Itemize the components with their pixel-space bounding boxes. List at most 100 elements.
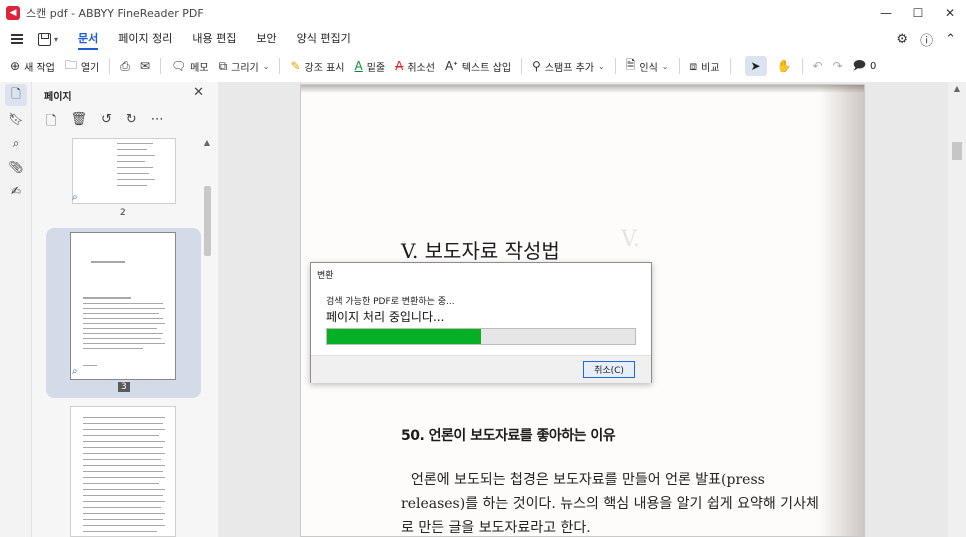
toolbar-divider xyxy=(614,58,616,74)
add-stamp-button[interactable]: ⚲ 스탬프 추가 ⌄ xyxy=(532,59,605,74)
page-thumbnail-3[interactable] xyxy=(70,232,176,380)
underline-icon: A xyxy=(354,59,363,73)
page-thumbnail-4[interactable] xyxy=(70,406,176,537)
progress-bar-fill xyxy=(327,329,481,344)
zoom-thumbnail-icon[interactable]: ⌕ xyxy=(72,366,78,377)
chapter-title: V. 보도자료 작성법 xyxy=(401,239,560,263)
hand-tool-button[interactable]: ✋ xyxy=(777,59,792,73)
menu-bar: ▾ 문서 페이지 정리 내용 편집 보안 양식 편집기 ⚙ ⓘ ⌃ xyxy=(0,26,966,52)
gear-icon[interactable]: ⚙ xyxy=(896,32,908,47)
tab-page-organize[interactable]: 페이지 정리 xyxy=(118,26,172,52)
toolbar-divider xyxy=(678,58,680,74)
hand-icon: ✋ xyxy=(776,59,792,73)
document-scroll-thumb[interactable] xyxy=(952,142,962,160)
email-button[interactable]: ✉ xyxy=(140,59,150,73)
attachment-icon[interactable]: 📎︎ xyxy=(5,156,27,178)
document-scrollbar[interactable]: ▲ xyxy=(948,82,966,537)
more-options-icon[interactable]: ⋯ xyxy=(151,112,164,134)
scroll-up-arrow-icon[interactable]: ▲ xyxy=(948,84,966,93)
dialog-message: 검색 가능한 PDF로 변환하는 중... xyxy=(326,297,455,307)
memo-button[interactable]: 🗨 메모 xyxy=(171,59,209,74)
highlighter-icon: ✎ xyxy=(290,59,301,73)
strikethrough-button[interactable]: A 취소선 xyxy=(395,59,435,74)
collapse-icon[interactable]: ⌃ xyxy=(945,32,956,47)
toolbar-divider xyxy=(159,58,161,74)
underline-button[interactable]: A 밑줄 xyxy=(355,59,386,74)
chevron-down-icon[interactable]: ▾ xyxy=(54,35,58,44)
tab-content-edit[interactable]: 내용 편집 xyxy=(192,26,236,52)
add-page-icon[interactable]: 🗋 xyxy=(46,112,56,134)
conversion-dialog: 변환 검색 가능한 PDF로 변환하는 중... 페이지 처리 중입니다... … xyxy=(310,262,652,383)
rotate-right-icon[interactable]: ↻ xyxy=(126,112,137,134)
rotate-left-icon[interactable]: ↺ xyxy=(101,112,112,134)
envelope-icon: ✉ xyxy=(139,59,150,73)
draw-button[interactable]: ⧉ 그리기 ⌄ xyxy=(219,59,270,74)
signature-icon[interactable]: ✍ xyxy=(5,180,27,202)
section-title: 50. 언론이 보도자료를 좋아하는 이유 xyxy=(401,428,616,444)
panel-close-icon[interactable]: ✕ xyxy=(193,85,204,100)
new-task-button[interactable]: ⊕ 새 작업 xyxy=(10,59,55,74)
pages-panel-icon[interactable]: 🗋 xyxy=(5,84,27,106)
tab-form-editor[interactable]: 양식 편집기 xyxy=(297,26,351,52)
plus-circle-icon: ⊕ xyxy=(10,59,21,73)
compare-button[interactable]: ⧈ 비교 xyxy=(690,59,720,74)
maximize-button[interactable]: ☐ xyxy=(902,0,934,26)
dialog-title: 변환 xyxy=(317,271,334,281)
note-icon: 🗨 xyxy=(170,59,187,73)
minimize-button[interactable]: — xyxy=(870,0,902,26)
strikethrough-icon: A xyxy=(395,59,404,73)
panel-scroll-thumb[interactable] xyxy=(204,186,211,256)
select-tool-button[interactable]: ➤ xyxy=(744,56,767,76)
folder-icon: 🗀 xyxy=(64,57,77,72)
page-thumbnail-2[interactable] xyxy=(72,138,176,204)
tab-security[interactable]: 보안 xyxy=(256,26,276,52)
comment-icon: 🗩 xyxy=(852,57,866,72)
hamburger-menu-icon[interactable] xyxy=(11,32,23,47)
body-text-line: releases)를 하는 것이다. 뉴스의 핵심 내용을 알기 쉽게 요약해 … xyxy=(401,496,819,512)
app-icon: ◀ xyxy=(6,6,20,20)
bleed-through-text: V. xyxy=(621,227,641,252)
trash-icon[interactable]: 🗑 xyxy=(70,112,87,134)
recognize-button[interactable]: 🗎 인식 ⌄ xyxy=(626,56,669,77)
tab-document[interactable]: 문서 xyxy=(78,26,99,52)
page-edge-shadow xyxy=(301,85,864,93)
close-button[interactable]: ✕ xyxy=(934,0,966,26)
cancel-button[interactable]: 취소(C) xyxy=(583,361,635,378)
title-bar: ◀ 스캔 pdf - ABBYY FineReader PDF — ☐ ✕ xyxy=(0,0,966,26)
toolbar-divider xyxy=(729,58,731,74)
undo-icon: ↶ xyxy=(812,59,823,73)
pages-panel: 페이지 ✕ 🗋 🗑 ↺ ↻ ⋯ ⌕ 2 ⌕ 3 ▲ xyxy=(32,82,218,537)
help-icon[interactable]: ⓘ xyxy=(920,30,933,49)
bookmark-icon[interactable]: 🔖︎ xyxy=(5,108,27,130)
body-text-line: 언론에 보도되는 첩경은 보도자료를 만들어 언론 발표(press xyxy=(411,472,765,488)
cursor-arrow-icon: ➤ xyxy=(750,59,761,73)
print-button[interactable]: ⎙ xyxy=(120,59,130,74)
search-icon[interactable]: ⌕ xyxy=(5,132,27,154)
progress-bar xyxy=(326,328,636,345)
save-icon[interactable] xyxy=(38,32,51,46)
undo-button[interactable]: ↶ xyxy=(813,59,823,73)
open-button[interactable]: 🗀 열기 xyxy=(65,56,99,77)
left-sidebar-strip: 🗋 🔖︎ ⌕ 📎︎ ✍ xyxy=(0,82,32,537)
stamp-icon: ⚲ xyxy=(532,59,541,73)
panel-scrollbar[interactable]: ▲ xyxy=(202,138,212,537)
page-number-3: 3 xyxy=(118,382,130,392)
menu-right-icons: ⚙ ⓘ ⌃ xyxy=(896,26,956,52)
insert-text-button[interactable]: Aᐩ 텍스트 삽입 xyxy=(445,59,511,74)
chevron-down-icon: ⌄ xyxy=(598,61,605,71)
window-controls: — ☐ ✕ xyxy=(870,0,966,26)
page-binding-shadow xyxy=(819,85,864,536)
comments-button[interactable]: 🗩 0 xyxy=(853,56,877,77)
printer-icon: ⎙ xyxy=(120,58,130,73)
page-number-2: 2 xyxy=(120,208,126,218)
text-insert-icon: Aᐩ xyxy=(444,59,458,73)
chevron-down-icon: ⌄ xyxy=(661,61,669,71)
highlight-button[interactable]: ✎ 강조 표시 xyxy=(290,59,344,74)
redo-icon: ↷ xyxy=(832,59,843,73)
redo-button[interactable]: ↷ xyxy=(833,59,843,73)
shapes-icon: ⧉ xyxy=(218,58,228,73)
zoom-thumbnail-icon[interactable]: ⌕ xyxy=(72,192,78,203)
dialog-footer: 취소(C) xyxy=(311,355,651,383)
scroll-up-arrow-icon[interactable]: ▲ xyxy=(202,138,212,147)
compare-icon: ⧈ xyxy=(689,58,698,73)
